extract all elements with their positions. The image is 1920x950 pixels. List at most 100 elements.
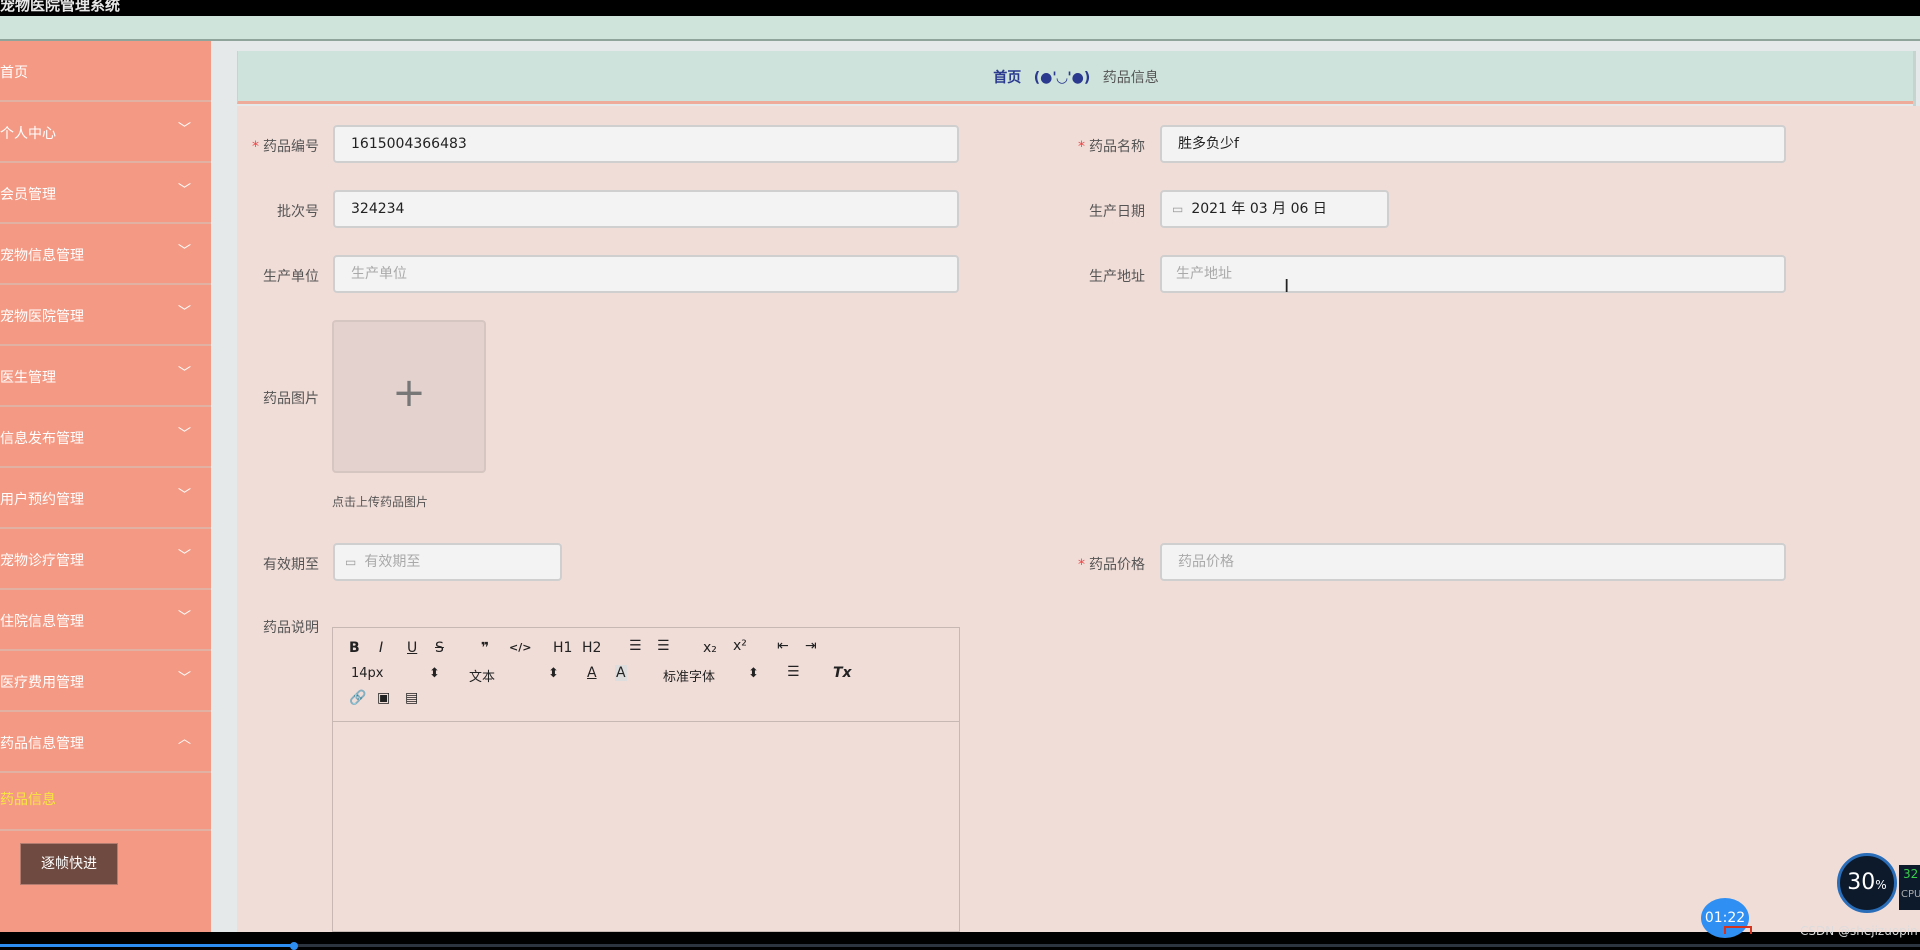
text-cursor-icon: I	[1284, 276, 1290, 297]
superscript-button[interactable]: x²	[733, 638, 747, 654]
sidebar-item-pet-info[interactable]: 宠物信息管理 ﹀	[0, 224, 211, 285]
blockquote-icon[interactable]: ❞	[481, 640, 489, 656]
align-icon[interactable]: ☰	[787, 664, 800, 680]
chevron-updown-icon: ⬍	[748, 666, 759, 681]
heading2-button[interactable]: H2	[582, 640, 601, 656]
sidebar-item-label: 首页	[0, 65, 28, 81]
sidebar-item-home[interactable]: 首页	[0, 41, 211, 102]
drug-name-input[interactable]: 胜多负少f	[1160, 125, 1786, 163]
cpu-side-value: 32	[1903, 867, 1919, 881]
drug-code-input[interactable]: 1615004366483	[333, 125, 959, 163]
sidebar-item-info-publish[interactable]: 信息发布管理 ﹀	[0, 407, 211, 468]
fast-forward-button[interactable]: 逐帧快进	[20, 843, 118, 885]
chevron-down-icon: ﹀	[177, 427, 191, 442]
breadcrumb: 首页 (●'◡'●) 药品信息	[237, 51, 1914, 104]
plus-icon: +	[392, 370, 426, 416]
cpu-gauge-side: 32 CPU	[1899, 865, 1920, 910]
chevron-down-icon: ﹀	[177, 671, 191, 686]
drug-code-label: * 药品编号	[252, 139, 319, 155]
subscript-button[interactable]: x₂	[703, 640, 717, 656]
video-icon[interactable]: ▤	[405, 690, 418, 706]
manufacturer-input[interactable]: 生产单位	[333, 255, 959, 293]
window-title-bar: 宠物医院管理系统	[0, 0, 1920, 16]
sidebar-item-appointments[interactable]: 用户预约管理 ﹀	[0, 468, 211, 529]
calendar-icon: ▭	[345, 555, 357, 569]
chevron-down-icon: ﹀	[177, 122, 191, 137]
chevron-down-icon: ﹀	[177, 549, 191, 564]
floating-indicator	[1724, 926, 1752, 934]
batch-number-label: 批次号	[277, 204, 319, 220]
description-label: 药品说明	[263, 620, 319, 636]
watermark: CSDN @shejizuopin	[1800, 924, 1918, 938]
breadcrumb-home[interactable]: 首页	[993, 70, 1021, 86]
chevron-updown-icon: ⬍	[548, 666, 559, 681]
progress-handle[interactable]	[290, 942, 298, 950]
sidebar-item-doctors[interactable]: 医生管理 ﹀	[0, 346, 211, 407]
sidebar-item-hospitalization[interactable]: 住院信息管理 ﹀	[0, 590, 211, 651]
bullet-list-icon[interactable]: ☰	[657, 638, 670, 654]
sidebar-item-drug-info-management[interactable]: 药品信息管理 ︿	[0, 712, 211, 773]
sidebar-item-members[interactable]: 会员管理 ﹀	[0, 163, 211, 224]
sidebar-item-label: 医生管理	[0, 370, 56, 386]
image-icon[interactable]: ▣	[377, 690, 390, 706]
code-icon[interactable]: </>	[509, 641, 531, 654]
expiry-date-picker[interactable]: ▭ 有效期至	[333, 543, 562, 581]
chevron-down-icon: ﹀	[177, 610, 191, 625]
sidebar-item-diagnosis[interactable]: 宠物诊疗管理 ﹀	[0, 529, 211, 590]
sidebar-item-label: 信息发布管理	[0, 431, 84, 447]
required-mark: *	[252, 139, 259, 155]
outdent-icon[interactable]: ⇤	[777, 638, 789, 654]
manufacturer-label: 生产单位	[263, 269, 319, 285]
rich-text-editor: B I U S ❞ </> H1 H2 ☰ ☰ x₂ x² ⇤ ⇥ 14px ⬍…	[332, 627, 960, 932]
production-date-value: 2021 年 03 月 06 日	[1191, 201, 1327, 217]
price-label: * 药品价格	[1078, 557, 1145, 573]
top-header	[0, 16, 1920, 41]
sidebar-item-medical-fees[interactable]: 医疗费用管理 ﹀	[0, 651, 211, 712]
sidebar-item-pet-hospital[interactable]: 宠物医院管理 ﹀	[0, 285, 211, 346]
font-size-select[interactable]: 14px	[351, 666, 384, 681]
production-address-input[interactable]: 生产地址	[1160, 255, 1786, 293]
font-family-select[interactable]: 标准字体	[663, 666, 715, 685]
ordered-list-icon[interactable]: ☰	[629, 638, 642, 654]
production-date-label: 生产日期	[1089, 204, 1145, 220]
required-mark: *	[1078, 557, 1085, 573]
background-color-button[interactable]: A	[615, 665, 627, 681]
production-date-picker[interactable]: ▭ 2021 年 03 月 06 日	[1160, 190, 1389, 228]
editor-body[interactable]	[333, 722, 959, 931]
price-input[interactable]: 药品价格	[1160, 543, 1786, 581]
indent-icon[interactable]: ⇥	[805, 638, 817, 654]
progress-fill	[0, 944, 295, 947]
sidebar-item-label: 宠物医院管理	[0, 309, 84, 325]
italic-button[interactable]: I	[379, 640, 383, 656]
image-upload-box[interactable]: +	[332, 320, 486, 473]
sidebar-item-label: 宠物信息管理	[0, 248, 84, 264]
cpu-gauge: 30%	[1837, 853, 1897, 913]
drug-name-label: * 药品名称	[1078, 139, 1145, 155]
breadcrumb-current: 药品信息	[1102, 70, 1159, 86]
text-color-button[interactable]: A	[587, 665, 597, 681]
paragraph-select[interactable]: 文本	[469, 666, 495, 685]
sidebar-item-label: 药品信息管理	[0, 736, 84, 752]
strike-button[interactable]: S	[435, 640, 444, 656]
sidebar-item-label: 用户预约管理	[0, 492, 84, 508]
sidebar-item-label: 医疗费用管理	[0, 675, 84, 691]
underline-button[interactable]: U	[407, 640, 417, 656]
chevron-down-icon: ﹀	[177, 366, 191, 381]
clear-format-button[interactable]: Tx	[833, 665, 852, 681]
video-progress-bar[interactable]	[0, 942, 1920, 950]
sidebar-item-label: 宠物诊疗管理	[0, 553, 84, 569]
sidebar-item-personal-center[interactable]: 个人中心 ﹀	[0, 102, 211, 163]
sidebar: 首页 个人中心 ﹀ 会员管理 ﹀ 宠物信息管理 ﹀ 宠物医院管理 ﹀ 医生管理 …	[0, 41, 211, 932]
link-icon[interactable]: 🔗	[349, 690, 366, 706]
chevron-down-icon: ﹀	[177, 183, 191, 198]
breadcrumb-separator: (●'◡'●)	[1033, 70, 1091, 86]
bold-button[interactable]: B	[349, 640, 360, 656]
batch-number-input[interactable]: 324234	[333, 190, 959, 228]
sidebar-item-label: 会员管理	[0, 187, 56, 203]
upload-tip: 点击上传药品图片	[332, 495, 429, 509]
production-address-label: 生产地址	[1089, 269, 1145, 285]
chevron-down-icon: ﹀	[177, 244, 191, 259]
sidebar-subitem-drug-info[interactable]: 药品信息	[0, 773, 211, 831]
heading1-button[interactable]: H1	[553, 640, 572, 656]
expiry-date-label: 有效期至	[263, 557, 319, 573]
